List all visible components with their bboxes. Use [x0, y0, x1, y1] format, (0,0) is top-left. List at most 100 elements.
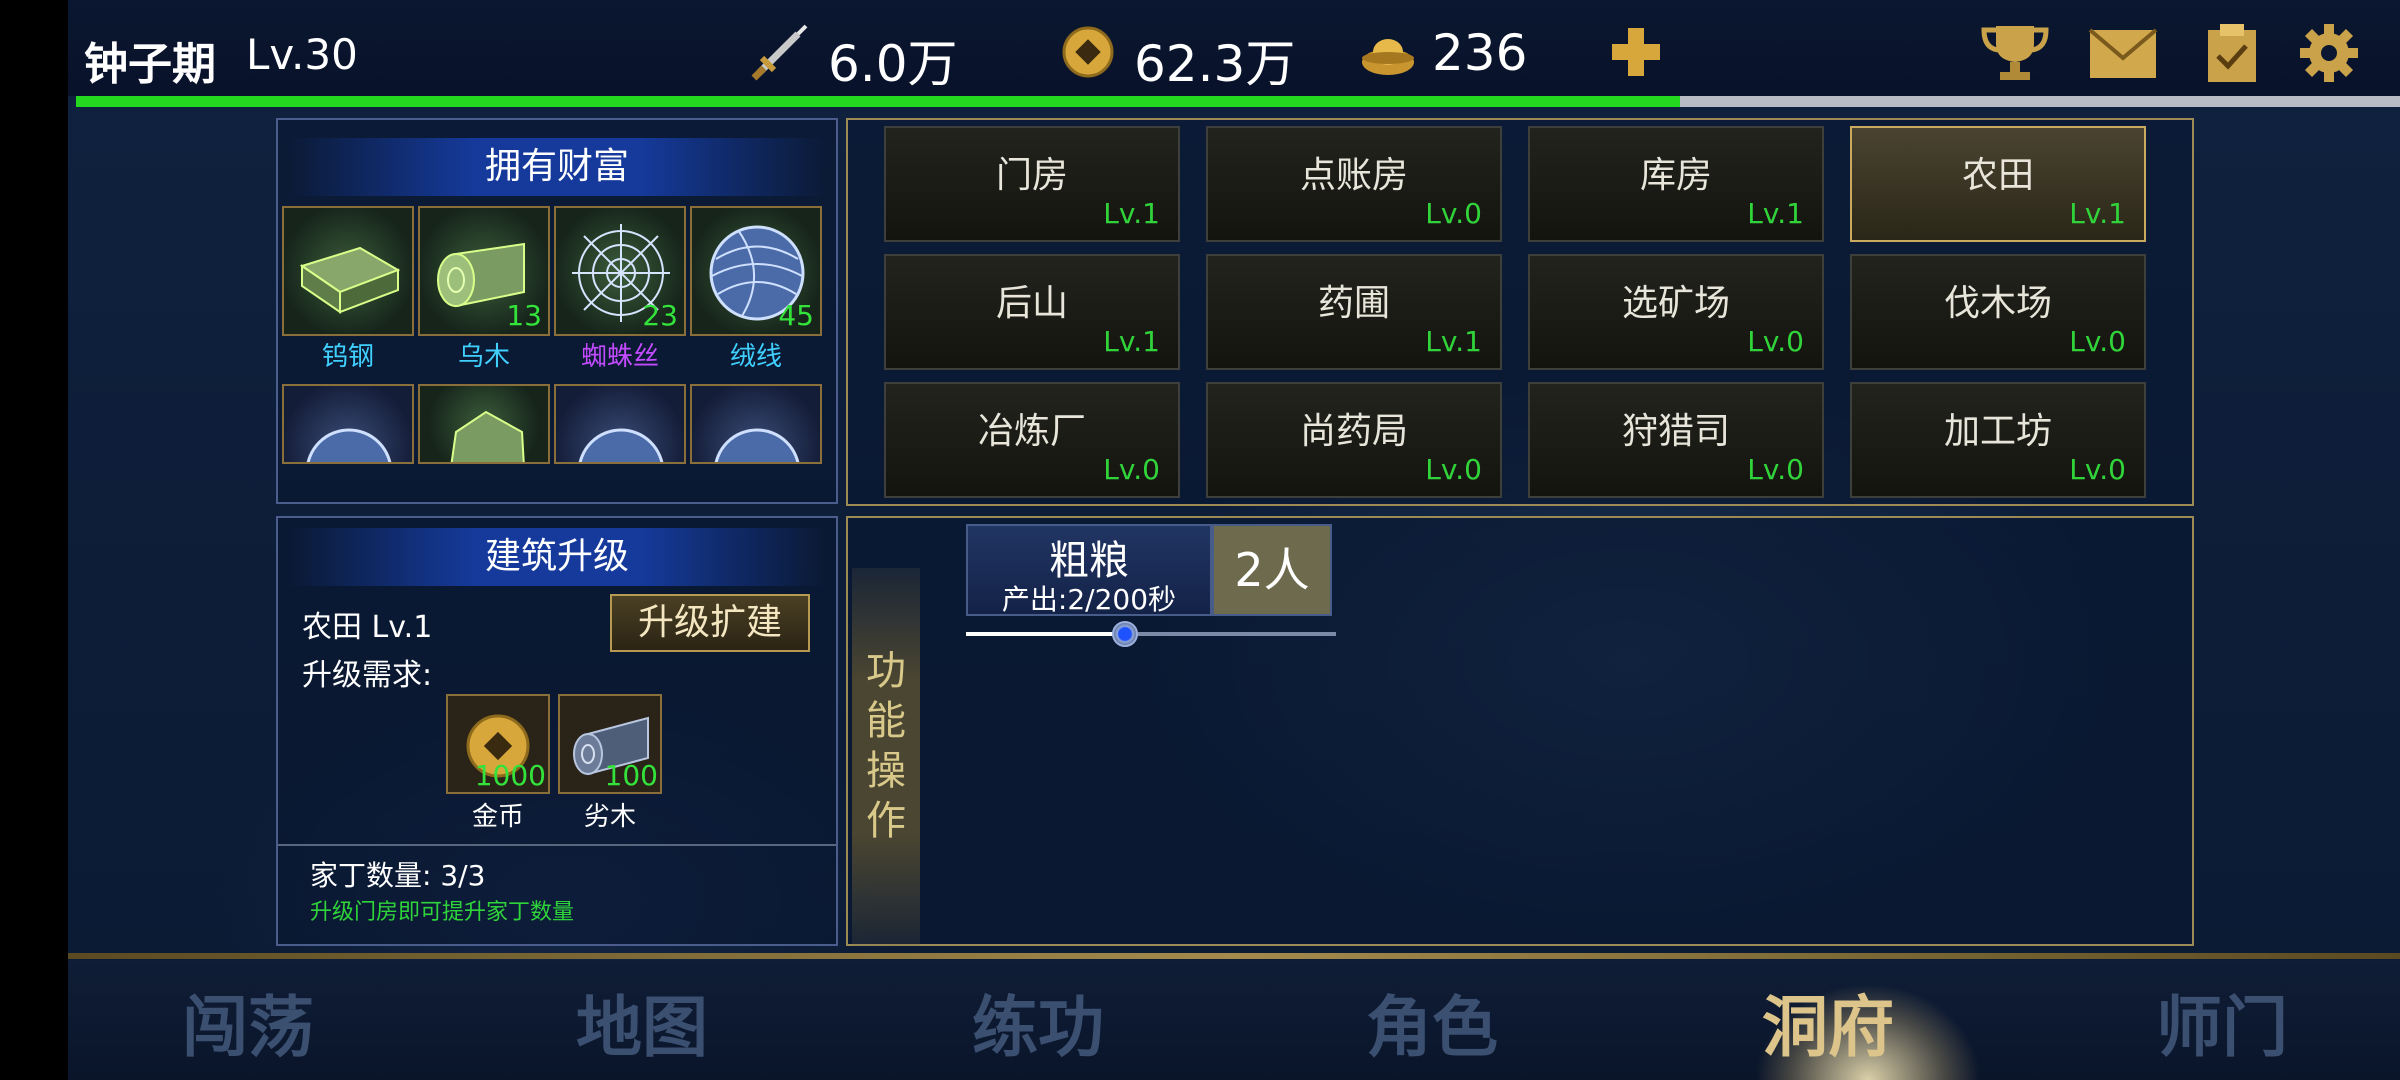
building-name: 农田 — [1961, 155, 2034, 196]
building-button[interactable]: 门房 Lv.1 — [884, 126, 1180, 242]
nav-training[interactable]: 练功 — [938, 974, 1138, 1070]
exp-bar-fill — [76, 96, 1680, 107]
ore-icon — [306, 428, 392, 462]
building-button[interactable]: 选矿场 Lv.0 — [1528, 254, 1824, 370]
slider-handle[interactable] — [1112, 621, 1139, 647]
tungsten-ingot-icon — [299, 246, 401, 314]
production-box[interactable]: 粗粮 产出:2/200秒 — [966, 524, 1212, 616]
building-button[interactable]: 后山 Lv.1 — [884, 254, 1180, 370]
building-level: Lv.1 — [2069, 197, 2126, 230]
item-name-yarn: 绒线 — [729, 342, 782, 372]
slider-fill — [966, 632, 1126, 636]
item-count: 13 — [506, 299, 542, 332]
servant-count: 家丁数量: 3/3 — [310, 859, 486, 892]
wealth-title: 拥有财富 — [288, 138, 826, 196]
gear-icon[interactable] — [2298, 22, 2360, 84]
attack-value: 6.0万 — [828, 35, 958, 93]
player-level: Lv.30 — [246, 30, 358, 79]
ingot-value: 236 — [1432, 24, 1528, 82]
worker-slider[interactable] — [966, 621, 1336, 647]
add-plus-icon[interactable] — [1606, 22, 1666, 82]
item-count: 45 — [778, 299, 814, 332]
requirement-slot-wood[interactable]: 100 — [558, 694, 662, 794]
building-button[interactable]: 狩猎司 Lv.0 — [1528, 382, 1824, 498]
ore-icon — [450, 410, 525, 462]
building-button[interactable]: 冶炼厂 Lv.0 — [884, 382, 1180, 498]
upgrade-button[interactable]: 升级扩建 — [610, 594, 810, 652]
upgrade-hint: 升级门房即可提升家丁数量 — [310, 900, 575, 925]
item-slot-partial[interactable] — [418, 384, 550, 464]
ore-icon — [578, 428, 664, 462]
building-button[interactable]: 尚药局 Lv.0 — [1206, 382, 1502, 498]
nav-divider — [68, 953, 2400, 959]
requirement-slot-coin[interactable]: 1000 — [446, 694, 550, 794]
building-name: 点账房 — [1299, 155, 1408, 196]
building-button[interactable]: 伐木场 Lv.0 — [1850, 254, 2146, 370]
mail-icon[interactable] — [2088, 26, 2158, 82]
sword-icon — [751, 24, 808, 81]
item-name-tungsten: 钨钢 — [321, 342, 374, 372]
top-bar: 钟子期 Lv.30 6.0万 62.3万 236 — [68, 0, 2400, 96]
worker-count[interactable]: 2人 — [1212, 524, 1332, 616]
bottom-nav: 闯荡 地图 练功 角色 洞府 师门 — [68, 960, 2400, 1080]
item-name-ebony: 乌木 — [457, 342, 510, 372]
requirement-amount: 1000 — [474, 759, 546, 792]
nav-sect[interactable]: 师门 — [2122, 974, 2322, 1070]
nav-adventure[interactable]: 闯荡 — [148, 974, 348, 1070]
item-name-spider-silk: 蜘蛛丝 — [580, 342, 659, 372]
task-list-icon[interactable] — [2204, 22, 2260, 84]
building-name: 伐木场 — [1943, 283, 2052, 324]
item-slot-partial[interactable] — [282, 384, 414, 464]
item-slot-tungsten[interactable] — [282, 206, 414, 336]
building-button[interactable]: 农田 Lv.1 — [1850, 126, 2146, 242]
requirement-amount: 100 — [604, 759, 658, 792]
item-slot-yarn[interactable]: 45 — [690, 206, 822, 336]
building-name: 加工坊 — [1943, 411, 2052, 452]
tab-char: 作 — [866, 798, 906, 844]
building-level: Lv.0 — [1425, 453, 1482, 486]
building-level: Lv.0 — [1103, 453, 1160, 486]
building-button[interactable]: 库房 Lv.1 — [1528, 126, 1824, 242]
building-button[interactable]: 药圃 Lv.1 — [1206, 254, 1502, 370]
item-slot-ebony[interactable]: 13 — [418, 206, 550, 336]
building-level: Lv.0 — [2069, 453, 2126, 486]
building-level: Lv.0 — [1747, 453, 1804, 486]
building-level: Lv.0 — [1747, 325, 1804, 358]
building-button[interactable]: 加工坊 Lv.0 — [1850, 382, 2146, 498]
building-name: 选矿场 — [1621, 283, 1730, 324]
item-slot-partial[interactable] — [690, 384, 822, 464]
ore-icon — [714, 428, 800, 462]
item-slot-partial[interactable] — [554, 384, 686, 464]
tab-char: 能 — [866, 698, 906, 744]
building-button[interactable]: 点账房 Lv.0 — [1206, 126, 1502, 242]
building-name: 门房 — [995, 155, 1068, 196]
upgrade-title: 建筑升级 — [288, 528, 826, 586]
exp-bar — [76, 96, 2400, 107]
building-name: 库房 — [1639, 155, 1712, 196]
building-level: Lv.0 — [2069, 325, 2126, 358]
item-count: 23 — [642, 299, 678, 332]
tab-char: 操 — [866, 748, 906, 794]
upgrade-building-name: 农田 Lv.1 — [302, 610, 433, 645]
function-operation-tab[interactable]: 功 能 操 作 — [852, 568, 920, 946]
divider — [278, 844, 836, 846]
building-name: 后山 — [995, 283, 1068, 324]
upgrade-requirement-label: 升级需求: — [302, 658, 433, 693]
requirement-name-coin: 金币 — [471, 802, 524, 832]
upgrade-panel: 建筑升级 农田 Lv.1 升级扩建 升级需求: 1000 100 金币 劣木 家… — [276, 516, 838, 946]
building-name: 狩猎司 — [1621, 411, 1730, 452]
coin-icon — [1062, 26, 1114, 78]
building-name: 冶炼厂 — [977, 411, 1086, 452]
nav-character[interactable]: 角色 — [1332, 974, 1532, 1070]
building-level: Lv.1 — [1103, 197, 1160, 230]
nav-cave-residence[interactable]: 洞府 — [1728, 974, 1928, 1070]
building-level: Lv.1 — [1747, 197, 1804, 230]
building-level: Lv.0 — [1425, 197, 1482, 230]
ingot-icon — [1362, 39, 1414, 75]
building-name: 药圃 — [1317, 283, 1390, 324]
game-screen: 钟子期 Lv.30 6.0万 62.3万 236 拥有财富 13 23 45 钨… — [68, 0, 2400, 1080]
item-slot-spider-silk[interactable]: 23 — [554, 206, 686, 336]
nav-map[interactable]: 地图 — [542, 974, 742, 1070]
building-level: Lv.1 — [1103, 325, 1160, 358]
trophy-icon[interactable] — [1980, 22, 2050, 84]
